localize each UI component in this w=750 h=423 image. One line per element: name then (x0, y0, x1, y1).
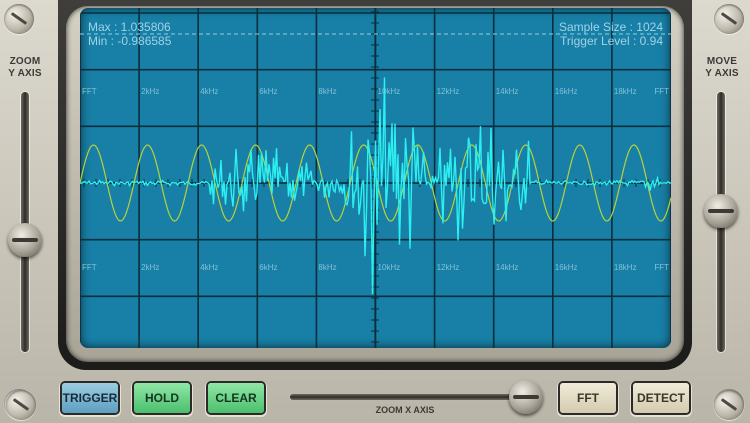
fft-frequency-label: 6kHz (259, 263, 277, 272)
zoom-y-label-line2: Y AXIS (8, 68, 42, 79)
screw-icon (714, 4, 744, 34)
fft-frequency-label: FFT (654, 263, 669, 272)
fft-frequency-label: 4kHz (200, 263, 218, 272)
fft-frequency-label: 18kHz (614, 87, 637, 96)
right-panel: MOVE Y AXIS (694, 0, 750, 423)
detect-button[interactable]: DETECT (633, 383, 689, 413)
left-panel: ZOOM Y AXIS (0, 0, 56, 423)
min-max-readout: Max : 1.035806 Min : -0.986585 (88, 20, 171, 48)
fft-frequency-label: 12kHz (437, 87, 460, 96)
fft-frequency-label: 10kHz (378, 263, 401, 272)
zoom-x-slider-knob[interactable] (509, 380, 543, 414)
zoom-y-slider-track[interactable] (21, 92, 29, 352)
clear-button[interactable]: CLEAR (208, 383, 264, 413)
scope-svg: FFT 2kHz 4kHz 6kHz 8kHz 10kHz 12kHz 14kHz 16kHz 1… (80, 8, 671, 348)
fft-frequency-label: FFT (654, 87, 669, 96)
fft-frequency-label: 6kHz (259, 87, 277, 96)
fft-frequency-label: 12kHz (437, 263, 460, 272)
move-y-label-line2: Y AXIS (705, 68, 739, 79)
fft-frequency-label: 14kHz (496, 263, 519, 272)
fft-frequency-label: 8kHz (318, 87, 336, 96)
bottom-controls: TRIGGER HOLD CLEAR ZOOM X AXIS FFT DETEC… (0, 370, 750, 423)
zoom-x-axis-label: ZOOM X AXIS (375, 405, 435, 415)
trigger-level-readout: Trigger Level : 0.94 (560, 34, 663, 48)
fft-frequency-label: 10kHz (378, 87, 401, 96)
zoom-y-label-line1: ZOOM (9, 56, 41, 67)
fft-button[interactable]: FFT (560, 383, 616, 413)
min-readout: Min : -0.986585 (88, 34, 172, 48)
zoom-x-slider-track[interactable] (290, 394, 520, 400)
oscilloscope-app: ZOOM Y AXIS MOVE Y AXIS FFT 2kHz 4kHz 6kHz 8… (0, 0, 750, 423)
fft-frequency-label: 18kHz (614, 263, 637, 272)
move-y-axis-label: MOVE Y AXIS (694, 56, 750, 80)
sample-readout: Sample Size : 1024 Trigger Level : 0.94 (559, 20, 663, 48)
oscilloscope-screen[interactable]: FFT 2kHz 4kHz 6kHz 8kHz 10kHz 12kHz 14kHz 16kHz 1… (80, 8, 671, 348)
zoom-y-slider-knob[interactable] (8, 223, 42, 257)
fft-frequency-label: 2kHz (141, 263, 159, 272)
zoom-y-axis-label: ZOOM Y AXIS (0, 56, 53, 80)
fft-frequency-label: FFT (82, 87, 97, 96)
fft-frequency-label: FFT (82, 263, 97, 272)
move-y-label-line1: MOVE (706, 56, 738, 67)
fft-frequency-label: 14kHz (496, 87, 519, 96)
fft-frequency-label: 16kHz (555, 87, 578, 96)
screw-icon (714, 390, 744, 420)
fft-frequency-label: 16kHz (555, 263, 578, 272)
fft-frequency-label: 4kHz (200, 87, 218, 96)
sample-size-readout: Sample Size : 1024 (558, 20, 663, 34)
screw-icon (4, 4, 34, 34)
screw-icon (6, 390, 36, 420)
fft-frequency-label: 2kHz (141, 87, 159, 96)
fft-frequency-label: 8kHz (318, 263, 336, 272)
max-readout: Max : 1.035806 (88, 20, 171, 34)
hold-button[interactable]: HOLD (134, 383, 190, 413)
trigger-button[interactable]: TRIGGER (62, 383, 118, 413)
move-y-slider-knob[interactable] (704, 194, 738, 228)
